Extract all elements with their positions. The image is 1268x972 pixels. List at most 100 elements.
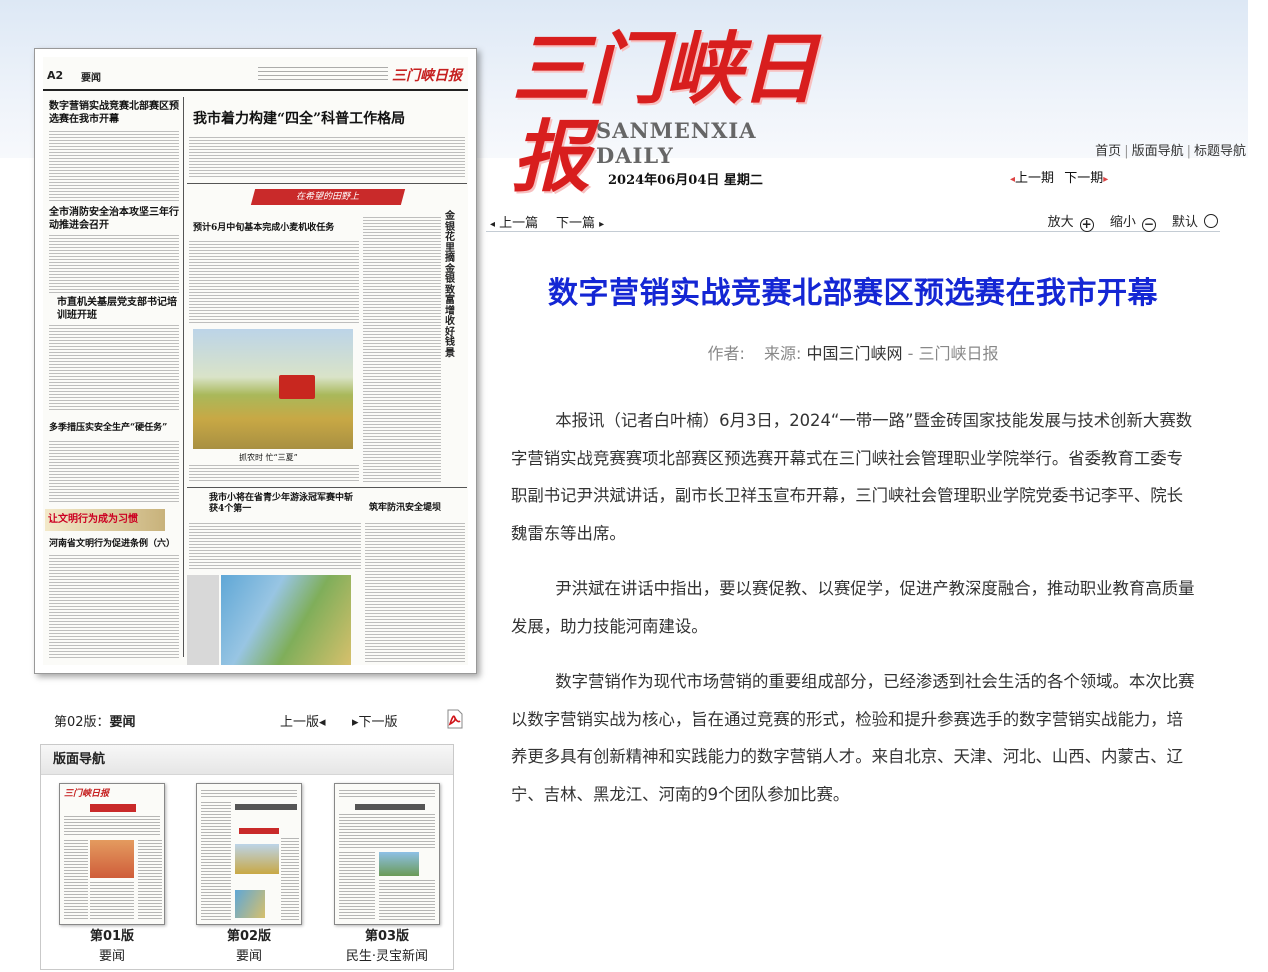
thumb-banner [239, 828, 279, 834]
vertical-headline[interactable]: 金银花里摘金银致富增收好钱景 [445, 211, 459, 359]
zoom-default-label: 默认 [1171, 215, 1198, 230]
thumb-text [339, 790, 435, 798]
thumb-text [379, 880, 435, 920]
next-page-link[interactable]: ▸下一版 [352, 711, 398, 730]
prev-issue-link[interactable]: 上一期 [1015, 171, 1054, 186]
thumb-photo [235, 890, 265, 918]
text-block [189, 241, 359, 325]
triangle-right-icon: ▸ [599, 219, 605, 230]
thumb-text [64, 816, 160, 836]
pdf-icon[interactable] [446, 709, 464, 729]
prev-page-label: 上一版 [280, 715, 320, 730]
zoom-out-button[interactable]: 缩小 − [1104, 215, 1156, 232]
source-paper: - 三门峡日报 [907, 344, 999, 363]
next-page-label: 下一版 [358, 715, 398, 730]
text-block [49, 235, 179, 293]
thumb-text [339, 814, 435, 848]
page-edge [1248, 0, 1268, 972]
masthead-english: SANMENXIA DAILY [596, 118, 757, 168]
text-block [363, 217, 441, 483]
thumb-page-num: 第02版 [226, 929, 272, 944]
prev-page-link[interactable]: 上一版◂ [280, 711, 326, 730]
page-number: A2 [47, 69, 64, 82]
thumb-photo [235, 844, 279, 874]
page-headline-6[interactable]: 预计6月中旬基本完成小麦机收任务 [193, 223, 363, 234]
thumb-caption-02[interactable]: 第02版 要闻 [196, 927, 302, 967]
text-block [49, 131, 179, 203]
thumb-page-num: 第03版 [364, 929, 410, 944]
thumb-page-name: 要闻 [235, 949, 262, 964]
zoom-out-label: 缩小 [1109, 215, 1136, 230]
newspaper-page-image[interactable]: A2 要闻 三门峡日报 数字营销实战竞赛北部赛区预选赛在我市开幕 全市消防安全治… [34, 48, 477, 674]
zoom-in-label: 放大 [1047, 215, 1074, 230]
triangle-left-icon: ◂ [319, 715, 326, 730]
next-issue-link[interactable]: 下一期 [1064, 171, 1103, 186]
page-header: A2 要闻 三门峡日报 [43, 57, 468, 91]
next-article-label: 下一篇 [556, 216, 596, 231]
thumb-text [138, 840, 162, 920]
page-label-value: 要闻 [109, 715, 136, 730]
thumb-text [339, 852, 375, 920]
zoom-default-button[interactable]: 默认 [1166, 214, 1218, 230]
zoom-controls: 放大 + 缩小 − 默认 [1036, 211, 1218, 232]
thumb-text [90, 882, 134, 920]
thumb-logo: 三门峡日报 [64, 789, 110, 799]
page-headline-4[interactable]: 市直机关基层党支部书记培训班开班 [57, 297, 177, 322]
arrow-right-icon: ▸ [1103, 174, 1109, 185]
text-block [365, 523, 465, 663]
thumb-text [201, 790, 297, 798]
article-paragraph: 尹洪斌在讲话中指出，要以赛促教、以赛促学，促进产教深度融合，推动职业教育高质量发… [511, 579, 1195, 636]
author-label: 作者: [707, 344, 745, 363]
thumb-headline [355, 804, 425, 810]
layout-navigator: 版面导航 三门峡日报 第01版 要闻 第02版 要闻 第03版 民生·灵宝新闻 [40, 744, 454, 970]
thumb-text [281, 838, 299, 920]
minus-circle-icon: − [1141, 217, 1156, 232]
source-label: 来源: [764, 344, 802, 363]
article-title: 数字营销实战竞赛北部赛区预选赛在我市开幕 [548, 276, 1158, 311]
article-paragraph: 数字营销作为现代市场营销的重要组成部分，已经渗透到社会生活的各个领域。本次比赛以… [511, 672, 1195, 804]
page-headline-9[interactable]: 河南省文明行为促进条例（六） [49, 539, 179, 550]
swim-photo-side [187, 575, 219, 665]
page-section: 要闻 [81, 73, 101, 84]
text-block [49, 325, 179, 411]
nav-layout-link[interactable]: 版面导航 [1132, 144, 1184, 159]
thumb-caption-01[interactable]: 第01版 要闻 [59, 927, 165, 967]
source-name[interactable]: 中国三门峡网 [807, 344, 903, 363]
page-headline-2[interactable]: 我市着力构建“四全”科普工作格局 [193, 111, 463, 129]
thumb-text [64, 840, 88, 920]
plus-circle-icon: + [1079, 217, 1094, 232]
page-thumbnail-02[interactable] [196, 783, 302, 925]
thumb-text [201, 802, 231, 920]
page-content: A2 要闻 三门峡日报 数字营销实战竞赛北部赛区预选赛在我市开幕 全市消防安全治… [43, 57, 468, 665]
page-thumbnail-03[interactable] [334, 783, 440, 925]
thumb-page-name: 民生·灵宝新闻 [345, 949, 429, 964]
prev-article-link[interactable]: ◂ 上一篇 [490, 212, 538, 231]
page-meta-lines [258, 67, 388, 83]
page-thumbnail-01[interactable]: 三门峡日报 [59, 783, 165, 925]
issue-date: 2024年06月04日 星期二 [608, 173, 763, 188]
page-headline-7[interactable]: 我市小将在省青少年游泳冠军赛中斩获4个第一 [209, 493, 359, 516]
column-rule [183, 97, 184, 657]
next-article-link[interactable]: 下一篇 ▸ [556, 212, 604, 231]
page-headline-3[interactable]: 全市消防安全治本攻坚三年行动推进会召开 [49, 207, 179, 232]
article-paragraph: 本报讯（记者白叶楠）6月3日，2024“一带一路”暨金砖国家技能发展与技术创新大… [511, 411, 1193, 543]
page-headline-5[interactable]: 多季措压实安全生产“硬任务” [49, 423, 179, 434]
nav-home-link[interactable]: 首页 [1095, 144, 1121, 159]
layout-nav-title: 版面导航 [41, 745, 453, 775]
zoom-in-button[interactable]: 放大 + [1042, 215, 1094, 232]
photo-caption: 抓农时 忙“三夏” [239, 453, 298, 462]
thumb-caption-03[interactable]: 第03版 民生·灵宝新闻 [334, 927, 440, 967]
text-block [189, 523, 361, 571]
thumb-page-name: 要闻 [98, 949, 125, 964]
harvest-photo[interactable] [193, 329, 353, 449]
article-body: 本报讯（记者白叶楠）6月3日，2024“一带一路”暨金砖国家技能发展与技术创新大… [511, 402, 1197, 831]
flower-photo[interactable] [221, 575, 351, 665]
page-headline-1[interactable]: 数字营销实战竞赛北部赛区预选赛在我市开幕 [49, 101, 179, 126]
page-headline-8[interactable]: 筑牢防汛安全堤坝 [369, 503, 465, 514]
page-label-prefix: 第02版： [54, 715, 110, 730]
issue-nav: ◂上一期 下一期▸ [1010, 167, 1108, 186]
article-toolbar: ◂ 上一篇 下一篇 ▸ 放大 + 缩小 − 默认 [486, 212, 1220, 232]
circle-icon [1204, 214, 1218, 228]
nav-title-link[interactable]: 标题导航 [1194, 144, 1246, 159]
thumb-photo [379, 852, 419, 876]
